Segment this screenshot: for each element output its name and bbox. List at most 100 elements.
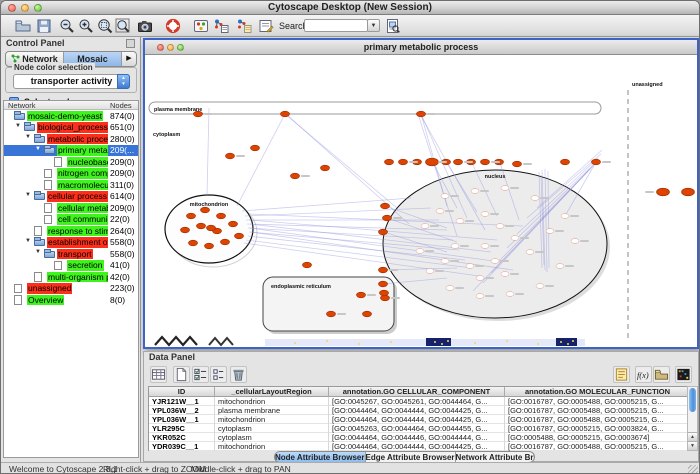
tab-edge-attribute-browser[interactable]: Edge Attribute Browser xyxy=(366,452,456,462)
search-dropdown-icon[interactable]: ▼ xyxy=(367,19,380,32)
graph-node[interactable] xyxy=(383,215,392,221)
table-vertical-scrollbar[interactable]: ▲ ▼ xyxy=(687,386,698,451)
node-color-attribute-select[interactable]: transporter activity ▲▼ xyxy=(13,74,130,89)
graph-node[interactable] xyxy=(511,236,519,241)
expander-icon[interactable]: ▼ xyxy=(25,192,31,198)
table-column-header[interactable]: annotation.GO CELLULAR_COMPONENT xyxy=(329,387,505,397)
attribute-list-icon[interactable] xyxy=(210,366,227,383)
graph-node[interactable] xyxy=(441,259,449,264)
tree-row[interactable]: ▼transport558(0) xyxy=(4,248,138,260)
graph-node[interactable] xyxy=(561,214,569,219)
graph-node[interactable] xyxy=(506,292,514,297)
expander-icon[interactable]: ▼ xyxy=(25,134,31,140)
table-row[interactable]: YPL036W__2plasma membrane[GO:0044464, GO… xyxy=(149,406,689,415)
graph-node[interactable] xyxy=(592,159,601,165)
scrollbar-thumb[interactable] xyxy=(689,388,696,412)
tree-row[interactable]: ▼establishment of lo558(0) xyxy=(4,237,138,249)
snapshot-icon[interactable] xyxy=(137,18,153,34)
graph-node[interactable] xyxy=(531,196,539,201)
import-attribute-file-icon[interactable] xyxy=(653,366,670,383)
graph-node[interactable] xyxy=(501,186,509,191)
graph-node[interactable] xyxy=(501,272,509,277)
graph-node[interactable] xyxy=(436,209,444,214)
graph-node[interactable] xyxy=(291,173,300,179)
graph-node[interactable] xyxy=(441,194,449,199)
table-row[interactable]: YPL036W__1mitochondrion[GO:0044464, GO:0… xyxy=(149,415,689,424)
tab-network-attribute-browser[interactable]: Network Attribute Browser xyxy=(456,452,535,462)
graph-node[interactable] xyxy=(357,292,366,298)
attribute-matrix-icon[interactable] xyxy=(675,366,692,383)
graph-node[interactable] xyxy=(426,158,439,166)
zoom-in-icon[interactable] xyxy=(78,18,94,34)
graph-node[interactable] xyxy=(466,264,474,269)
graph-node[interactable] xyxy=(416,249,424,254)
expander-icon[interactable]: ▼ xyxy=(25,238,31,244)
table-column-header[interactable]: _cellularLayoutRegion xyxy=(215,387,329,397)
graph-node[interactable] xyxy=(454,159,463,165)
graph-node[interactable] xyxy=(546,229,554,234)
graph-node[interactable] xyxy=(381,203,390,209)
graph-node[interactable] xyxy=(207,225,216,231)
graph-node[interactable] xyxy=(197,223,206,229)
tree-row[interactable]: mosaic-demo-yeast874(0) xyxy=(4,110,138,122)
table-row[interactable]: YKR052Ccytoplasm[GO:0044464, GO:0044446,… xyxy=(149,433,689,442)
select-attributes-icon[interactable] xyxy=(150,366,167,383)
graph-node[interactable] xyxy=(363,311,372,317)
delete-attribute-icon[interactable] xyxy=(230,366,247,383)
graph-node[interactable] xyxy=(481,212,489,217)
graph-node[interactable] xyxy=(426,269,434,274)
network-view-titlebar[interactable]: primary metabolic process xyxy=(145,40,697,55)
resize-grip[interactable] xyxy=(688,465,698,474)
tree-row[interactable]: response to stimulu264(0) xyxy=(4,225,138,237)
zoom-fit-icon[interactable] xyxy=(115,18,131,34)
import-attributes-icon[interactable] xyxy=(236,18,252,34)
tree-row[interactable]: secretion41(0) xyxy=(4,260,138,272)
graph-node[interactable] xyxy=(226,153,235,159)
graph-node[interactable] xyxy=(221,239,230,245)
graph-node[interactable] xyxy=(251,145,260,151)
graph-node[interactable] xyxy=(446,286,454,291)
graph-node[interactable] xyxy=(187,213,196,219)
open-session-icon[interactable] xyxy=(15,18,31,34)
network-canvas[interactable]: plasma membrane cytoplasm mitochondrion … xyxy=(145,56,697,347)
float-panel-icon[interactable] xyxy=(126,39,135,48)
tab-overflow-arrow-icon[interactable]: ▶ xyxy=(122,52,136,66)
table-column-header[interactable]: annotation.GO MOLECULAR_FUNCTION xyxy=(505,387,691,397)
tab-node-attribute-browser[interactable]: Node Attribute Browser xyxy=(275,452,366,462)
tree-row[interactable]: ▼metabolic process280(0) xyxy=(4,133,138,145)
tree-row[interactable]: ▼biological_process651(0) xyxy=(4,122,138,134)
graph-node[interactable] xyxy=(481,159,490,165)
graph-node[interactable] xyxy=(471,189,479,194)
network-tree-header[interactable]: Network Nodes xyxy=(4,101,138,110)
graph-node[interactable] xyxy=(491,259,499,264)
graph-node[interactable] xyxy=(476,294,484,299)
tree-row[interactable]: nitrogen compo209(0) xyxy=(4,168,138,180)
graph-node[interactable] xyxy=(205,243,214,249)
graph-node[interactable] xyxy=(682,188,695,196)
zoom-out-icon[interactable] xyxy=(59,18,75,34)
graph-node[interactable] xyxy=(481,244,489,249)
graph-node[interactable] xyxy=(379,267,388,273)
graph-node[interactable] xyxy=(399,159,408,165)
new-attribute-icon[interactable] xyxy=(173,366,190,383)
help-icon[interactable] xyxy=(165,18,181,34)
graph-node[interactable] xyxy=(476,276,484,281)
graph-node[interactable] xyxy=(181,227,190,233)
graph-node[interactable] xyxy=(281,111,290,117)
tree-row[interactable]: cell communicat22(0) xyxy=(4,214,138,226)
zoom-selected-icon[interactable] xyxy=(97,18,113,34)
graph-node[interactable] xyxy=(217,213,226,219)
graph-node[interactable] xyxy=(657,188,670,196)
graph-node[interactable] xyxy=(536,284,544,289)
graph-node[interactable] xyxy=(380,290,389,296)
graph-node[interactable] xyxy=(571,239,579,244)
graph-node[interactable] xyxy=(379,281,388,287)
graph-node[interactable] xyxy=(303,262,312,268)
graph-node[interactable] xyxy=(451,244,459,249)
graph-node[interactable] xyxy=(229,221,238,227)
graph-node[interactable] xyxy=(417,111,426,117)
notes-icon[interactable] xyxy=(613,366,630,383)
graph-node[interactable] xyxy=(201,207,210,213)
expander-icon[interactable]: ▼ xyxy=(35,249,41,255)
tree-row[interactable]: multi-organism pro42(0) xyxy=(4,271,138,283)
